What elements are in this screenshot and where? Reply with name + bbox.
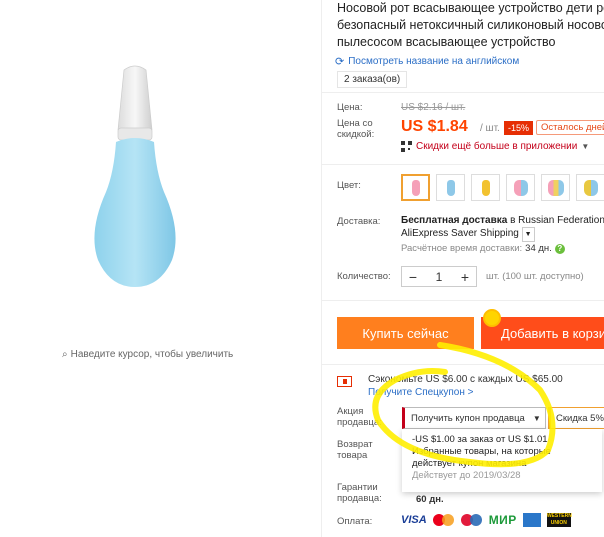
quantity-plus-button[interactable]: + [454,269,476,285]
swatch-multi-icon [513,179,528,196]
app-promo-link[interactable]: Скидки ещё больше в приложении ▼ [401,141,589,152]
translate-link-text: Посмотреть название на английском [348,56,520,67]
shipping-label: Доставка: [337,216,381,227]
divider [322,300,604,301]
app-promo-text: Скидки ещё больше в приложении [416,141,578,152]
discount-badge: -15% [504,121,534,135]
coupon-condition: Избранные товары, на которые [412,446,551,457]
remaining-days-badge: Осталось дней [536,120,604,135]
discount-price-label: Цена со скидкой: [337,118,375,140]
free-shipping: Бесплатная доставка [401,215,508,226]
delivery-estimate-value: 34 дн. [525,243,552,254]
old-price: US $2.16 / шт. [401,102,466,113]
coupon-valid-until: Действует до 2019/03/28 [412,470,521,481]
zoom-hint: ⌕ Наведите курсор, чтобы увеличить [62,349,233,360]
swatch-blue-icon [446,179,455,196]
swatch-multi-icon [583,179,598,196]
seller-coupon-select[interactable]: Получить купон продавца ▼ [402,407,546,429]
divider [322,92,604,93]
title-line: пылесосом всасывающее устройство [337,35,556,49]
shipping-destination: в Russian Federation с [507,215,604,226]
maestro-icon [460,513,483,527]
quantity-input[interactable]: 1 [424,270,454,284]
get-special-coupon-link[interactable]: Получите Спецкупон > [368,387,474,398]
zoom-hint-text: Наведите курсор, чтобы увеличить [70,349,234,360]
seller-promo-label: Акция продавца: [337,406,382,428]
quantity-available: шт. (100 шт. доступно) [486,271,584,282]
buy-now-button[interactable]: Купить сейчас [337,317,474,349]
warranty-label: Гарантии продавца: [337,482,382,504]
delivery-estimate-label: Расчётное время доставки: [401,243,523,254]
qr-code-icon [401,141,412,152]
product-gallery: ⌕ Наведите курсор, чтобы увеличить [0,0,322,537]
product-title: Носовой рот всасывающее устройство дети … [337,0,604,51]
seller-coupon-select-text: Получить купон продавца [411,412,525,424]
visa-icon: VISA [401,514,427,526]
chevron-down-icon: ▼ [581,142,590,151]
western-union-icon: WESTERN UNION [546,513,572,527]
shipping-method-text: AliExpress Saver Shipping [401,228,519,239]
coupon-save-text: Сэкономьте US $6.00 с каждых US $65.00 [368,374,563,385]
coupon-dropdown[interactable]: -US $1.00 за заказ от US $1.01 Избранные… [402,429,602,492]
help-icon[interactable]: ? [554,243,565,254]
payment-label: Оплата: [337,516,373,527]
mir-icon: МИР [488,513,517,527]
warranty-value: 60 дн. [416,494,444,505]
coupon-amount: -US $1.00 за заказ от US $1.01 [412,434,548,445]
color-swatch[interactable] [436,174,465,201]
title-line: Носовой рот всасывающее устройство дети … [337,1,604,15]
color-swatch[interactable] [471,174,500,201]
discount-chip[interactable]: Скидка 5% [548,407,604,429]
coupon-condition: действует купон магазина [412,458,527,469]
translate-icon: ⟳ [335,56,345,68]
product-image[interactable] [90,62,180,292]
cart-badge-icon [483,309,501,327]
magnifier-icon: ⌕ [62,349,68,360]
price-label: Цена: [337,102,363,113]
shipping-info: Бесплатная доставка в Russian Federation… [401,214,604,242]
color-swatches [401,174,604,201]
quantity-stepper: − 1 + [401,266,477,287]
chevron-down-icon: ▼ [521,227,535,242]
quantity-label: Количество: [337,271,391,282]
chevron-down-icon: ▼ [532,413,541,423]
orders-count: 2 заказа(ов) [337,71,408,88]
price-unit: / шт. [480,123,500,134]
color-swatch[interactable] [506,174,535,201]
amex-icon [522,513,541,527]
translate-link[interactable]: ⟳ Посмотреть название на английском [335,55,519,68]
shipping-method[interactable]: AliExpress Saver Shipping ▼ [401,227,604,242]
mastercard-icon [432,513,455,527]
color-swatch[interactable] [541,174,570,201]
divider [322,364,604,365]
color-swatch[interactable] [401,174,430,201]
current-price: US $1.84 [401,118,468,135]
returns-label: Возврат товара [337,439,373,461]
color-swatch[interactable] [576,174,604,201]
payment-methods: VISA МИР WESTERN UNION [401,513,572,527]
color-label: Цвет: [337,180,361,191]
title-line: безопасный нетоксичный силиконовый носов… [337,18,604,32]
swatch-pink-icon [411,179,420,196]
swatch-multi-icon [547,179,564,196]
delivery-estimate: Расчётное время доставки: 34 дн. ? [401,243,565,254]
divider [322,164,604,165]
swatch-yellow-icon [481,179,490,196]
coupon-icon [337,376,352,387]
quantity-minus-button[interactable]: − [402,269,424,285]
